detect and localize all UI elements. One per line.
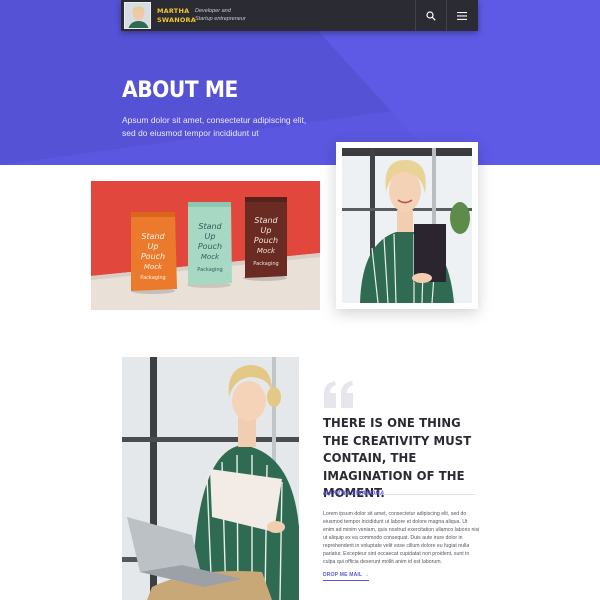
svg-text:Stand: Stand xyxy=(198,222,222,231)
brand-name[interactable]: MARTHA SWANORA xyxy=(157,7,196,25)
svg-text:Mock: Mock xyxy=(144,263,163,271)
svg-text:Pouch: Pouch xyxy=(198,242,222,251)
svg-text:Stand: Stand xyxy=(254,216,278,225)
top-navbar: MARTHA SWANORA Developer and Startup ent… xyxy=(121,0,478,31)
svg-text:Packaging: Packaging xyxy=(253,261,278,267)
menu-button[interactable] xyxy=(446,0,477,31)
brand-tagline: Developer and Startup entrepreneur xyxy=(195,8,246,22)
svg-text:Up: Up xyxy=(148,242,159,251)
svg-text:Pouch: Pouch xyxy=(141,252,165,261)
quote-body-text: Lorem ipsum dolor sit amet, consectetur … xyxy=(323,511,480,565)
product-bag-mint: Stand Up Pouch Mock Packaging xyxy=(187,202,232,288)
quote-icon xyxy=(324,381,353,408)
svg-text:Up: Up xyxy=(261,226,272,235)
page-title: ABOUT ME xyxy=(122,78,238,103)
hamburger-menu-icon xyxy=(457,11,467,20)
svg-text:Packaging: Packaging xyxy=(140,275,165,281)
quote-author: MARTHA SWANORA xyxy=(323,491,385,497)
product-photo: Stand Up Pouch Mock Packaging Stand Up P… xyxy=(91,181,320,310)
svg-text:Mock: Mock xyxy=(257,247,276,255)
svg-text:Mock: Mock xyxy=(201,253,220,261)
portrait-photo xyxy=(342,148,472,303)
hero-description: Apsum dolor sit amet, consectetur adipis… xyxy=(122,115,307,138)
drop-me-mail-link[interactable]: DROP ME MAIL → xyxy=(323,572,369,581)
svg-text:Packaging: Packaging xyxy=(197,267,222,273)
arrow-right-icon: → xyxy=(363,572,369,578)
svg-text:Up: Up xyxy=(205,232,216,241)
woman-reading-photo xyxy=(122,357,299,600)
mail-link-label: DROP ME MAIL xyxy=(323,572,363,578)
search-button[interactable] xyxy=(415,0,446,31)
search-icon xyxy=(426,10,436,21)
product-bag-brown: Stand Up Pouch Mock Packaging xyxy=(243,197,287,281)
author-divider xyxy=(383,494,475,495)
product-bag-orange: Stand Up Pouch Mock Packaging xyxy=(131,212,177,294)
quote-heading: THERE IS ONE THING THE CREATIVITY MUST C… xyxy=(323,415,472,500)
bag-text-1: Stand xyxy=(141,232,165,241)
avatar[interactable] xyxy=(124,2,151,29)
svg-text:Pouch: Pouch xyxy=(254,236,278,245)
portrait-card xyxy=(336,142,478,309)
